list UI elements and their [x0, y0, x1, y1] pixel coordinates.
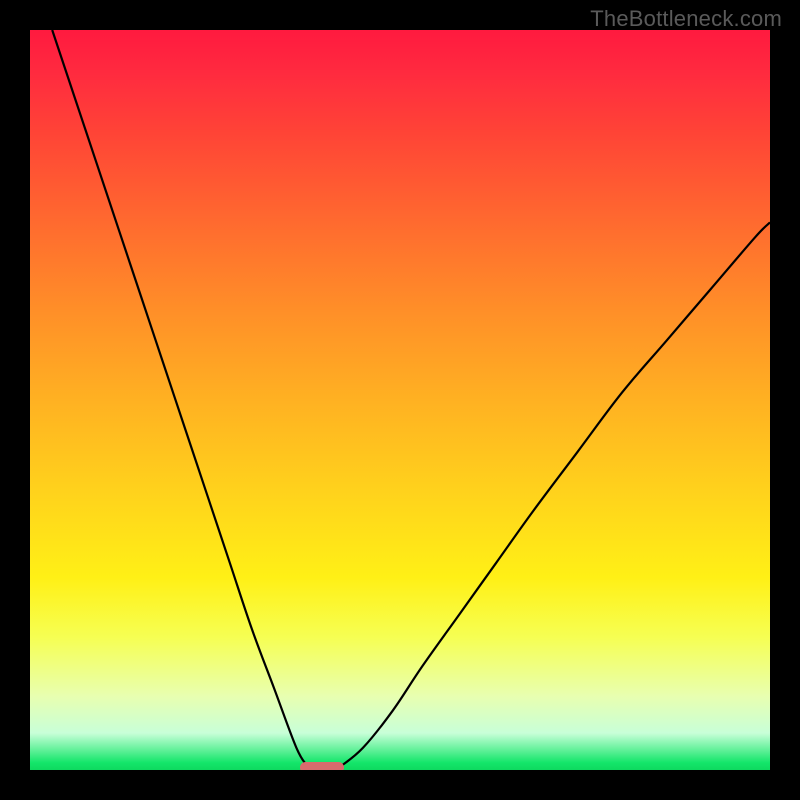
chart-container: TheBottleneck.com — [0, 0, 800, 800]
plot-area — [30, 30, 770, 770]
bottleneck-marker — [300, 762, 344, 770]
watermark-text: TheBottleneck.com — [590, 6, 782, 32]
left-branch-curve — [52, 30, 307, 766]
right-branch-curve — [341, 222, 770, 766]
curve-svg — [30, 30, 770, 770]
